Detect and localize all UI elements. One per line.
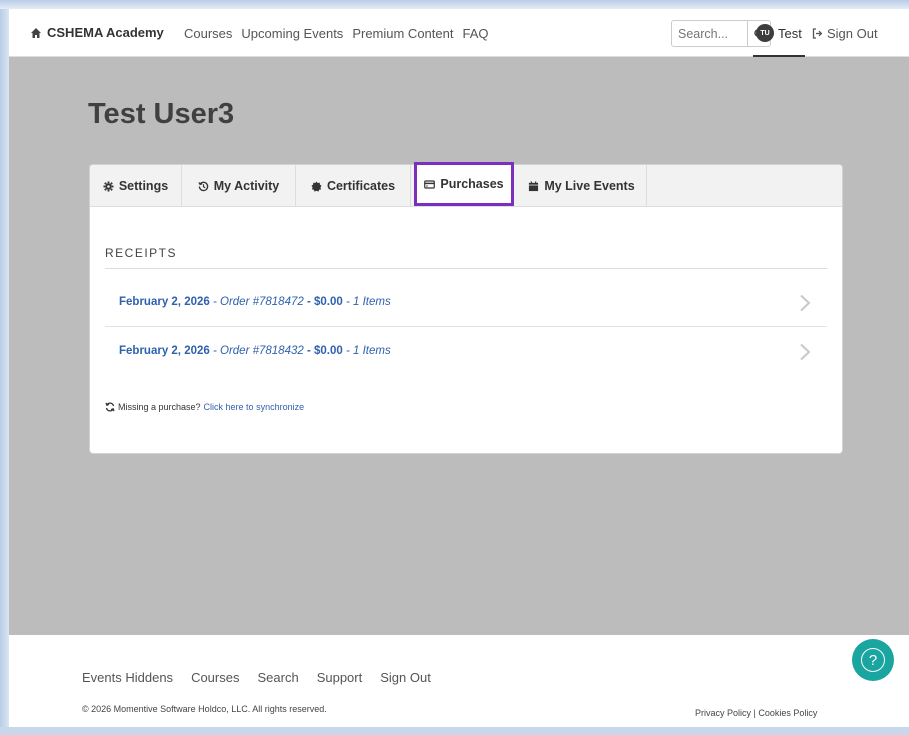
home-icon — [31, 27, 41, 38]
footer-link-courses[interactable]: Courses — [191, 670, 239, 685]
profile-tabs: Settings My Activity Certificates Purcha… — [90, 162, 842, 207]
tab-settings[interactable]: Settings — [90, 165, 182, 207]
receipt-items: - 1 Items — [342, 345, 391, 357]
brand-link[interactable]: CSHEMA Academy — [30, 25, 164, 40]
calendar-icon — [529, 180, 539, 191]
footer-link-events-hiddens[interactable]: Events Hiddens — [82, 670, 173, 685]
window-frame-top — [0, 0, 909, 9]
missing-purchase-text: Missing a purchase? — [118, 402, 201, 412]
tab-label: My Activity — [213, 179, 280, 193]
tab-my-live-events[interactable]: My Live Events — [517, 165, 647, 207]
receipt-date: February 2, 2026 — [119, 345, 210, 357]
tab-certificates[interactable]: Certificates — [296, 165, 411, 207]
chevron-right-icon — [800, 343, 811, 361]
list-item[interactable]: February 2, 2026 - Order #7818472 - $0.0… — [105, 279, 827, 327]
nav-links: Courses Upcoming Events Premium Content … — [184, 26, 488, 41]
footer-links: Events Hiddens Courses Search Support Si… — [82, 670, 431, 685]
sign-out-link[interactable]: Sign Out — [812, 26, 878, 41]
sign-out-label: Sign Out — [827, 26, 878, 41]
profile-main: Test User3 Settings My Activity Certific… — [9, 57, 909, 635]
receipt-amount: - $0.00 — [303, 345, 343, 357]
footer-link-search[interactable]: Search — [257, 670, 298, 685]
tab-my-activity[interactable]: My Activity — [182, 165, 296, 207]
synchronize-link[interactable]: Click here to synchronize — [204, 402, 305, 412]
avatar: TU — [756, 24, 774, 42]
receipt-date: February 2, 2026 — [119, 296, 210, 308]
tab-purchases[interactable]: Purchases — [414, 162, 514, 206]
receipt-summary: February 2, 2026 - Order #7818472 - $0.0… — [119, 296, 391, 308]
divider — [105, 268, 827, 269]
top-navbar: CSHEMA Academy Courses Upcoming Events P… — [9, 9, 909, 57]
certificate-icon — [311, 180, 322, 192]
tab-label: Purchases — [440, 177, 504, 191]
question-icon: ? — [861, 648, 885, 672]
window-frame-left — [0, 0, 9, 735]
window-frame-bottom — [0, 727, 909, 735]
sync-notice: Missing a purchase? Click here to synchr… — [105, 402, 304, 412]
tab-label: Certificates — [326, 179, 396, 193]
receipt-summary: February 2, 2026 - Order #7818432 - $0.0… — [119, 345, 391, 357]
nav-link-faq[interactable]: FAQ — [462, 26, 488, 41]
receipt-order: - Order #7818472 — [209, 296, 304, 308]
policy-links[interactable]: Privacy Policy | Cookies Policy — [695, 708, 817, 718]
refresh-icon — [105, 402, 115, 412]
copyright: © 2026 Momentive Software Holdco, LLC. A… — [82, 704, 327, 714]
receipt-amount: - $0.00 — [303, 296, 343, 308]
sign-out-icon — [812, 28, 823, 39]
page-title: Test User3 — [88, 98, 235, 130]
brand-name: CSHEMA Academy — [47, 25, 164, 40]
receipt-items: - 1 Items — [342, 296, 391, 308]
receipts-heading: RECEIPTS — [105, 246, 178, 260]
search-input[interactable] — [671, 20, 748, 47]
history-icon — [198, 181, 208, 191]
list-item[interactable]: February 2, 2026 - Order #7818432 - $0.0… — [105, 328, 827, 376]
tab-label: My Live Events — [544, 179, 635, 193]
chevron-right-icon — [800, 294, 811, 312]
credit-card-icon — [424, 179, 436, 189]
footer-link-support[interactable]: Support — [317, 670, 363, 685]
tab-label: Settings — [118, 179, 169, 193]
help-button[interactable]: ? — [852, 639, 894, 681]
nav-link-courses[interactable]: Courses — [184, 26, 232, 41]
gear-icon — [103, 180, 114, 192]
footer: Events Hiddens Courses Search Support Si… — [9, 635, 909, 727]
user-name[interactable]: Test — [778, 26, 802, 41]
nav-link-premium-content[interactable]: Premium Content — [352, 26, 453, 41]
page: CSHEMA Academy Courses Upcoming Events P… — [9, 9, 909, 727]
receipt-order: - Order #7818432 — [209, 345, 304, 357]
footer-link-sign-out[interactable]: Sign Out — [380, 670, 431, 685]
profile-card: Settings My Activity Certificates Purcha… — [89, 162, 843, 454]
nav-link-upcoming-events[interactable]: Upcoming Events — [241, 26, 343, 41]
